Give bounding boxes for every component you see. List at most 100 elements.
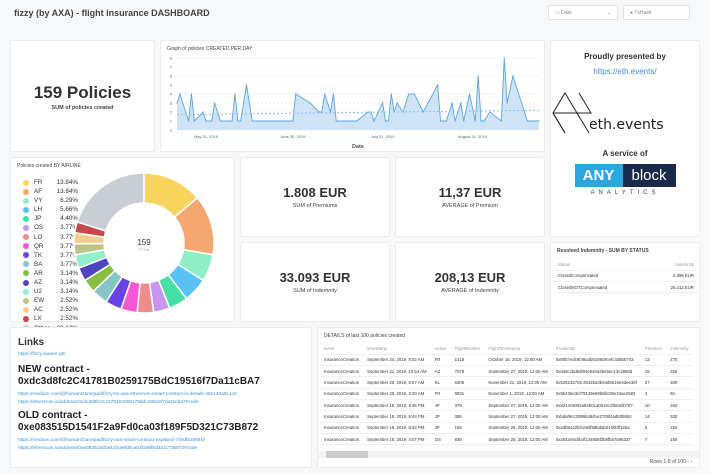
data-point[interactable]	[500, 120, 502, 122]
column-header[interactable]: Indemnity	[666, 343, 693, 355]
col-indemnity[interactable]: Indemnity	[646, 259, 698, 271]
data-point[interactable]	[292, 120, 294, 122]
y-tick-label: 4	[170, 92, 173, 97]
column-header[interactable]: event	[320, 343, 364, 355]
old-medium-link[interactable]: https://medium.com/@humanGamepad/fizzy-a…	[18, 438, 205, 443]
data-point[interactable]	[526, 120, 529, 122]
data-point[interactable]	[335, 120, 337, 122]
txhash-filter[interactable]: ● TxHash	[623, 5, 690, 20]
anyblock-analytics: ANALYTICS	[590, 190, 660, 196]
data-point[interactable]	[231, 120, 233, 122]
next-page-icon[interactable]: ›	[690, 459, 692, 465]
data-point[interactable]	[523, 111, 526, 113]
data-point[interactable]	[382, 102, 384, 104]
new-medium-link[interactable]: https://medium.com/@humanGamepad/fizzy-b…	[18, 392, 237, 397]
donut-slice-other[interactable]	[76, 172, 145, 232]
data-point[interactable]	[489, 111, 491, 113]
data-point[interactable]	[237, 120, 239, 122]
data-point[interactable]	[193, 120, 195, 122]
table-cell: InsuranceCreation	[320, 422, 364, 434]
data-point[interactable]	[439, 120, 442, 122]
data-point[interactable]	[295, 93, 297, 95]
sponsor-card: Proudly presented by https://eth.events/…	[550, 40, 700, 237]
links-title: Links	[18, 337, 45, 348]
data-point[interactable]	[373, 120, 375, 122]
new-etherscan-link[interactable]: https://etherscan.io/address/0xdc3d8fc2c…	[18, 400, 199, 405]
old-contract-title: OLD contract - 0xe083515D1541F2a9Fd0ca03…	[18, 410, 259, 433]
data-point[interactable]	[211, 120, 213, 122]
prev-page-icon[interactable]: ‹	[687, 459, 689, 465]
table-row: InsuranceCreation September 21, 2019, 10:…	[320, 365, 693, 378]
data-point[interactable]	[214, 102, 216, 104]
data-point[interactable]	[219, 120, 222, 122]
data-point[interactable]	[460, 102, 462, 104]
column-header[interactable]: FlightTimestamp	[484, 343, 552, 355]
data-point[interactable]	[355, 120, 358, 122]
anyblock-block: block	[622, 164, 676, 187]
data-point[interactable]	[538, 120, 540, 122]
anyblock-logo: ANY block	[551, 164, 699, 187]
data-point[interactable]	[234, 93, 236, 95]
table-cell: 0x525232725 2b34ba3b94d5616e6dee38f	[551, 376, 641, 389]
data-point[interactable]	[468, 93, 471, 95]
table-cell: InsuranceCreation	[320, 365, 364, 378]
data-point[interactable]	[480, 120, 482, 122]
table-cell: 385	[450, 410, 485, 423]
data-point[interactable]	[390, 93, 392, 95]
presented-by: Proudly presented by	[584, 52, 666, 61]
data-point[interactable]	[474, 120, 476, 122]
scrollbar-thumb[interactable]	[326, 451, 368, 458]
data-point[interactable]	[309, 102, 311, 104]
table-cell: September 25, 2019, 12:00 AM	[484, 433, 552, 446]
links-card: Links https://fizzy.axa/en-gb/ NEW contr…	[10, 327, 312, 468]
avg-indemnity-card: 208,13 EUR AVERAGE of Indemnity	[395, 242, 545, 322]
details-title: DETAILS of last 100 policies created	[324, 333, 406, 339]
eth-events-link[interactable]: https://eth.events/	[593, 67, 656, 76]
data-point[interactable]	[205, 120, 207, 122]
data-point[interactable]	[445, 120, 447, 122]
data-point[interactable]	[384, 120, 387, 122]
data-point[interactable]	[387, 120, 390, 122]
data-point[interactable]	[503, 57, 505, 59]
column-header[interactable]: Premium	[640, 343, 667, 355]
data-point[interactable]	[367, 111, 369, 113]
data-point[interactable]	[463, 120, 465, 122]
table-row: InsuranceCreation September 19, 2019, 9:4…	[320, 410, 693, 423]
table-cell: October 16, 2019, 12:00 AM	[484, 354, 552, 367]
data-point[interactable]	[202, 111, 204, 113]
data-point[interactable]	[318, 111, 320, 113]
y-tick-label: 8	[170, 56, 173, 61]
column-header[interactable]: FlightNumber	[450, 343, 485, 355]
policies-card: 159 Policies SUM of policies created	[10, 40, 155, 152]
table-cell: 15	[640, 365, 667, 378]
column-header[interactable]: ProductID	[551, 343, 641, 355]
data-point[interactable]	[190, 93, 193, 95]
column-header[interactable]: timestamp	[363, 343, 431, 355]
data-point[interactable]	[187, 120, 190, 122]
data-point[interactable]	[332, 93, 334, 95]
data-point[interactable]	[176, 102, 178, 104]
data-point[interactable]	[506, 102, 508, 104]
table-cell: September 20, 2019, 6:57 AM	[363, 376, 431, 389]
data-point[interactable]	[413, 93, 416, 95]
fizzy-site-link[interactable]: https://fizzy.axa/en-gb/	[18, 352, 66, 357]
data-point[interactable]	[512, 75, 514, 77]
column-header[interactable]: Airline	[430, 343, 451, 355]
data-point[interactable]	[483, 120, 485, 122]
data-point[interactable]	[477, 75, 479, 77]
data-point[interactable]	[437, 84, 439, 86]
col-status[interactable]: Status	[554, 259, 647, 271]
date-filter[interactable]: ▭ Date ⌄	[548, 5, 618, 20]
data-point[interactable]	[324, 93, 326, 95]
data-point[interactable]	[396, 102, 398, 104]
data-point[interactable]	[251, 120, 253, 122]
old-etherscan-link[interactable]: https://etherscan.io/address/0xe083515d1…	[18, 446, 197, 451]
data-point[interactable]	[179, 93, 181, 95]
data-point[interactable]	[454, 120, 456, 122]
data-point[interactable]	[451, 102, 453, 104]
data-point[interactable]	[240, 120, 242, 122]
y-tick-label: 7	[170, 65, 173, 70]
data-point[interactable]	[408, 93, 410, 95]
data-point[interactable]	[245, 84, 248, 86]
horizontal-scrollbar[interactable]	[318, 451, 699, 458]
